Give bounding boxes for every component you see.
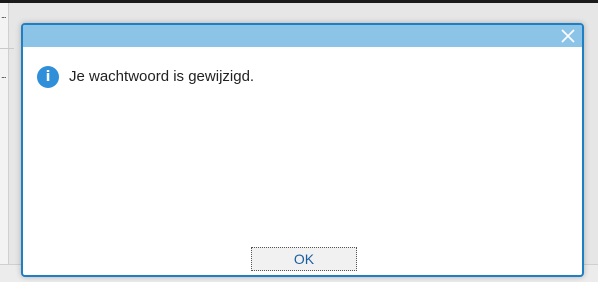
dialog-message: Je wachtwoord is gewijzigd. — [69, 68, 255, 85]
overflow-dots: ... — [1, 10, 7, 20]
close-icon[interactable] — [560, 28, 576, 44]
overflow-dots: ... — [1, 70, 7, 80]
left-panel — [0, 3, 9, 264]
alert-dialog: i Je wachtwoord is gewijzigd. OK — [21, 23, 584, 277]
info-icon: i — [37, 66, 59, 88]
dialog-header — [23, 25, 582, 47]
top-border-line — [0, 0, 598, 3]
divider — [0, 48, 14, 49]
ok-button[interactable]: OK — [251, 247, 357, 271]
